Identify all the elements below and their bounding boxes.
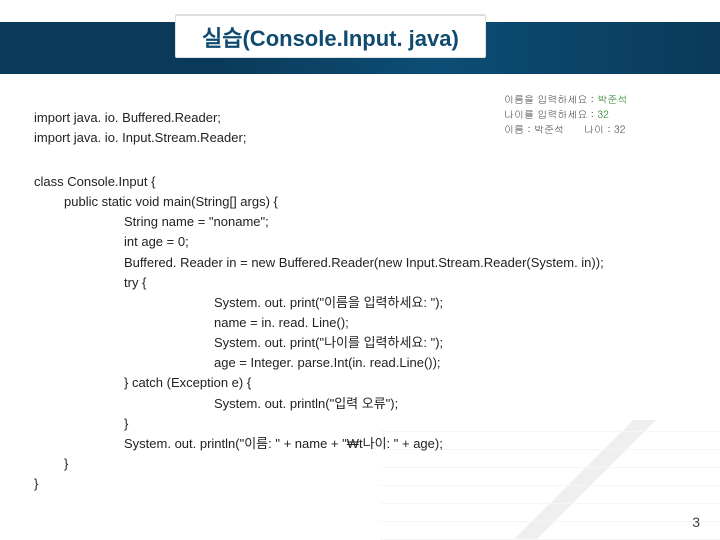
code-line: System. out. print("이름을 입력하세요: ");	[34, 293, 696, 313]
code-line: age = Integer. parse.Int(in. read.Line()…	[34, 353, 696, 373]
code-line: name = in. read. Line();	[34, 313, 696, 333]
console-value: 박준석	[597, 92, 627, 106]
code-line: try {	[34, 273, 696, 293]
code-line: int age = 0;	[34, 232, 696, 252]
import-line: import java. io. Buffered.Reader;	[34, 108, 246, 128]
code-line: }	[34, 454, 696, 474]
code-line: System. out. println("이름: " + name + "₩t…	[34, 434, 696, 454]
code-line: System. out. print("나이를 입력하세요: ");	[34, 333, 696, 353]
import-block: import java. io. Buffered.Reader; import…	[34, 108, 246, 147]
console-result: 이름 : 박준석	[504, 122, 564, 136]
code-line: }	[34, 414, 696, 434]
code-line: class Console.Input {	[34, 172, 696, 192]
console-label: 나이를 입력하세요 :	[504, 107, 597, 121]
console-result: 나이 : 32	[584, 122, 625, 136]
code-block: class Console.Input { public static void…	[34, 172, 696, 494]
import-line: import java. io. Input.Stream.Reader;	[34, 128, 246, 148]
console-output: 이름을 입력하세요 : 박준석 나이를 입력하세요 : 32 이름 : 박준석 …	[504, 92, 696, 137]
code-line: System. out. println("입력 오류");	[34, 394, 696, 414]
code-line: String name = "noname";	[34, 212, 696, 232]
code-line: } catch (Exception e) {	[34, 373, 696, 393]
console-value: 32	[597, 107, 608, 121]
code-line: public static void main(String[] args) {	[34, 192, 696, 212]
code-line: }	[34, 474, 696, 494]
page-number: 3	[692, 514, 700, 530]
slide-title: 실습(Console.Input. java)	[175, 14, 486, 58]
console-label: 이름을 입력하세요 :	[504, 92, 597, 106]
code-line: Buffered. Reader in = new Buffered.Reade…	[34, 253, 696, 273]
